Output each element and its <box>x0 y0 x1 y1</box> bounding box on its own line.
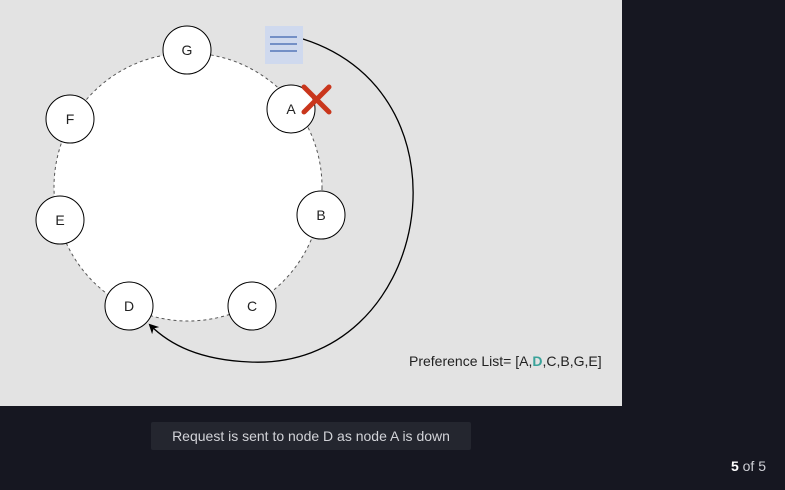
preference-list-highlight: D <box>532 353 542 369</box>
node-label: D <box>124 298 134 314</box>
node-label: G <box>182 42 193 58</box>
node-label: E <box>55 212 64 228</box>
diagram-canvas: G A B C D E F Preference List= [A,D,C,B,… <box>0 0 622 406</box>
node-label: A <box>286 101 296 117</box>
node-b: B <box>296 190 346 240</box>
node-e: E <box>35 195 85 245</box>
node-g: G <box>162 25 212 75</box>
preference-list-suffix: ,C,B,G,E] <box>542 353 601 369</box>
total-slides: 5 <box>758 458 766 474</box>
slide-caption: Request is sent to node D as node A is d… <box>151 422 471 450</box>
node-label: C <box>247 298 257 314</box>
node-label: F <box>66 111 75 127</box>
preference-list-prefix: Preference List= [A, <box>409 353 532 369</box>
counter-separator: of <box>742 458 755 474</box>
node-d: D <box>104 281 154 331</box>
slide-counter: 5 of 5 <box>731 458 766 474</box>
node-f: F <box>45 94 95 144</box>
request-icon <box>265 26 303 64</box>
node-label: B <box>316 207 325 223</box>
current-slide: 5 <box>730 458 739 474</box>
preference-list: Preference List= [A,D,C,B,G,E] <box>409 353 602 369</box>
ring-diagram: G A B C D E F Preference List= [A,D,C,B,… <box>0 0 622 406</box>
node-c: C <box>227 281 277 331</box>
